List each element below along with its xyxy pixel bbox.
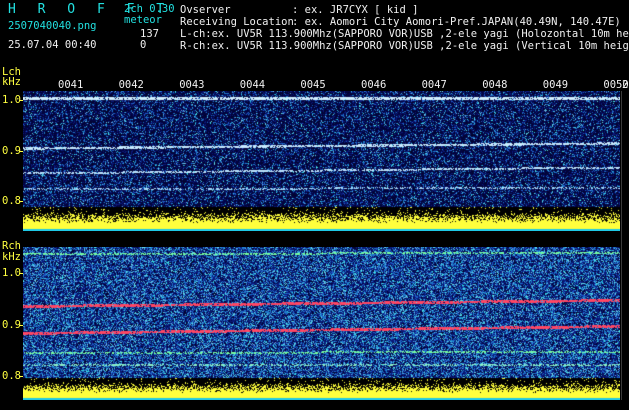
lch-count: 137 bbox=[140, 28, 159, 40]
time-label-0042: 0042 bbox=[118, 79, 144, 91]
time-label-0043: 0043 bbox=[179, 79, 205, 91]
rch-channel-label: Rch bbox=[2, 240, 21, 252]
location-value: : ex. Aomori City Aomori-Pref.JAPAN(40.4… bbox=[292, 16, 621, 28]
observer-value: : ex. JR7CYX [ kid ] bbox=[292, 4, 419, 16]
filename: 2507040040.png bbox=[8, 20, 97, 32]
lch-info: L-ch:ex. UV5R 113.900Mhz(SAPPORO VOR)USB… bbox=[180, 28, 629, 40]
rch-unit-label: kHz bbox=[2, 251, 21, 263]
right-edge-divider bbox=[621, 91, 622, 400]
detector-label: meteor bbox=[124, 14, 162, 26]
rch-spectrogram[interactable] bbox=[23, 247, 620, 400]
time-label-0048: 0048 bbox=[482, 79, 508, 91]
lch-unit-label: kHz bbox=[2, 76, 21, 88]
time-label-trailing: 2 bbox=[622, 79, 629, 91]
observer-label: Ovserver bbox=[180, 4, 231, 16]
lch-waterfall-canvas bbox=[23, 91, 620, 231]
time-label-0046: 0046 bbox=[361, 79, 387, 91]
location-label: Receiving Location bbox=[180, 16, 294, 28]
mode-label: 2ch 0.30 bbox=[124, 3, 175, 15]
lch-spectrogram[interactable] bbox=[23, 91, 620, 231]
time-label-0041: 0041 bbox=[58, 79, 84, 91]
time-label-0047: 0047 bbox=[421, 79, 447, 91]
time-label-0045: 0045 bbox=[300, 79, 326, 91]
rch-waterfall-canvas bbox=[23, 247, 620, 400]
timestamp: 25.07.04 00:40 bbox=[8, 39, 97, 51]
time-label-0044: 0044 bbox=[239, 79, 266, 91]
rch-info: R-ch:ex. UV5R 113.900Mhz(SAPPORO VOR)USB… bbox=[180, 40, 629, 52]
time-label-0049: 0049 bbox=[542, 79, 569, 91]
rch-count: 0 bbox=[140, 39, 147, 51]
